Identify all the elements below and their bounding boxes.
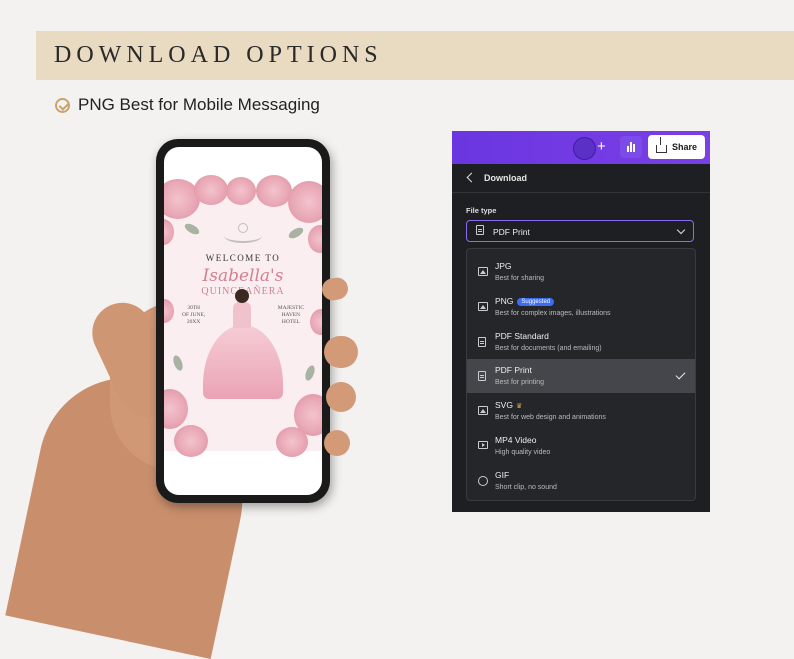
title-banner: DOWNLOAD OPTIONS	[36, 31, 794, 80]
rose-decoration	[194, 175, 228, 205]
option-title: PNG	[495, 296, 514, 306]
image-icon	[478, 406, 488, 415]
banner-title: DOWNLOAD OPTIONS	[54, 42, 383, 68]
file-type-label: File type	[466, 206, 497, 215]
option-png[interactable]: PNG Suggested Best for complex images, il…	[467, 290, 695, 324]
option-desc: Best for web design and animations	[495, 414, 606, 421]
welcome-text: WELCOME TO	[205, 253, 281, 263]
insights-button[interactable]	[620, 136, 642, 158]
editor-topbar: + Share	[452, 131, 710, 164]
subtitle-row: PNG Best for Mobile Messaging	[55, 95, 320, 115]
finger	[324, 336, 358, 368]
date-line: OF JUNE,	[182, 312, 206, 318]
document-icon	[478, 371, 486, 381]
document-icon	[476, 225, 484, 235]
rose-decoration	[288, 181, 322, 223]
ball-gown	[203, 325, 283, 399]
option-mp4[interactable]: MP4 Video High quality video	[467, 429, 695, 463]
option-title: JPG	[495, 261, 512, 271]
checkmark-icon	[675, 369, 686, 380]
document-icon	[478, 337, 486, 347]
option-title: GIF	[495, 470, 510, 480]
date-line: 30TH	[187, 305, 201, 311]
option-title-row: SVG ♛	[495, 400, 522, 410]
rose-decoration	[310, 309, 322, 335]
back-chevron-icon[interactable]	[466, 172, 477, 183]
option-desc: Best for printing	[495, 379, 545, 386]
option-pdf-print[interactable]: PDF Print Best for printing	[467, 359, 695, 393]
option-title: PDF Print	[495, 365, 532, 375]
date-line: 20XX	[186, 319, 201, 325]
option-pdf-standard[interactable]: PDF Standard Best for documents (and ema…	[467, 325, 695, 359]
option-title: SVG	[495, 400, 513, 410]
file-type-value: PDF Print	[493, 227, 530, 237]
share-button[interactable]: Share	[648, 135, 705, 159]
bar-chart-icon	[627, 146, 629, 152]
suggested-badge: Suggested	[517, 298, 555, 306]
file-type-select[interactable]: PDF Print	[466, 220, 694, 242]
rose-decoration	[164, 299, 174, 323]
phone-screen: WELCOME TO Isabella's QUINCEAÑERA 30TH O…	[164, 147, 322, 495]
check-circle-icon	[55, 97, 70, 113]
image-icon	[478, 267, 488, 276]
tiara-icon	[224, 223, 262, 243]
subtitle-text: PNG Best for Mobile Messaging	[78, 95, 320, 114]
rose-decoration	[308, 225, 322, 253]
download-panel: + Share Download File type PDF Print JPG…	[452, 131, 710, 512]
chevron-down-icon	[676, 225, 686, 235]
option-svg[interactable]: SVG ♛ Best for web design and animations	[467, 394, 695, 428]
image-icon	[478, 302, 488, 311]
pro-crown-icon: ♛	[515, 403, 523, 410]
share-label: Share	[671, 142, 697, 152]
share-icon	[655, 137, 667, 153]
finger	[326, 382, 356, 412]
bodice	[233, 302, 251, 328]
celebrant-name: Isabella's	[202, 266, 284, 286]
avatar[interactable]	[573, 137, 596, 160]
bar-chart-icon	[633, 144, 635, 152]
option-title-row: PNG Suggested	[495, 296, 555, 306]
option-desc: Best for documents (and emailing)	[495, 345, 602, 352]
gif-icon	[478, 476, 488, 486]
option-title: PDF Standard	[495, 331, 549, 341]
option-gif[interactable]: GIF Short clip, no sound	[467, 464, 695, 498]
phone: WELCOME TO Isabella's QUINCEAÑERA 30TH O…	[156, 139, 330, 503]
bar-chart-icon	[630, 142, 632, 152]
rose-decoration	[256, 175, 292, 207]
option-jpg[interactable]: JPG Best for sharing	[467, 255, 695, 289]
video-icon	[478, 441, 488, 449]
panel-title: Download	[484, 173, 527, 183]
option-desc: Best for complex images, illustrations	[495, 310, 611, 317]
hair-bun	[235, 289, 249, 303]
invitation-card: WELCOME TO Isabella's QUINCEAÑERA 30TH O…	[164, 175, 322, 457]
panel-header: Download	[452, 164, 710, 193]
option-desc: Best for sharing	[495, 275, 545, 282]
finger	[324, 430, 350, 456]
option-title: MP4 Video	[495, 435, 537, 445]
event-date: 30TH OF JUNE, 20XX	[182, 305, 205, 326]
rose-decoration	[226, 177, 256, 205]
girl-illustration	[203, 289, 283, 399]
option-desc: Short clip, no sound	[495, 484, 557, 491]
add-icon[interactable]: +	[597, 138, 606, 155]
option-desc: High quality video	[495, 449, 551, 456]
leaf-decoration	[303, 364, 317, 382]
rose-decoration	[164, 219, 174, 245]
file-type-dropdown: JPG Best for sharing PNG Suggested Best f…	[466, 248, 696, 501]
